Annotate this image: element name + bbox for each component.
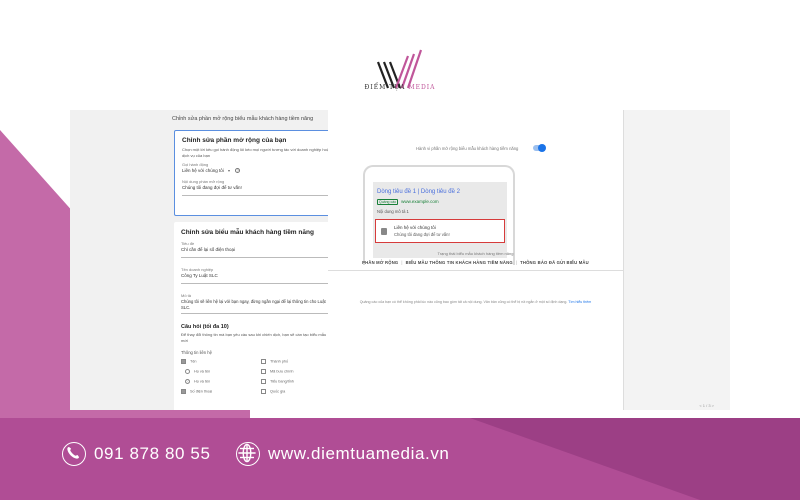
editor-heading: Chỉnh sửa phần mở rộng biểu mẫu khách hà… [172, 116, 314, 122]
ad-url: www.example.com [401, 199, 439, 204]
preview-status-label: Trạng thái biểu mẫu khách hàng tiềm năng [437, 251, 514, 256]
right-side-strip: < 1 / 3 > [623, 110, 730, 410]
checkbox-city-label: Thành phố [270, 359, 289, 364]
website-url: www.diemtuamedia.vn [268, 444, 450, 463]
cta-select-value: Liên hệ với chúng tôi [182, 168, 224, 173]
brand-name: ĐIỂM TỰA MEDIA [340, 84, 460, 91]
preview-pager[interactable]: < 1 / 3 > [699, 403, 714, 408]
tab-submission-message[interactable]: THÔNG BÁO ĐÃ GỬI BIỂU MẪU [520, 260, 589, 265]
brand-name-dark: ĐIỂM TỰA [364, 84, 406, 91]
google-ads-screenshot: Chỉnh sửa phần mở rộng biểu mẫu khách hà… [70, 110, 730, 410]
tab-lead-form[interactable]: BIỂU MẪU THÔNG TIN KHÁCH HÀNG TIỀM NĂNG [406, 260, 513, 265]
radio-full-name[interactable]: Họ và tên [185, 369, 210, 374]
radio-icon [185, 369, 190, 374]
checkbox-phone-label: Số điện thoại [190, 389, 213, 394]
tabs-divider [328, 270, 623, 271]
preview-note-text: Quảng cáo của bạn có thể không phải lúc … [359, 300, 568, 304]
tab-separator: | [401, 260, 403, 265]
lead-form-extension-preview[interactable]: Liên hệ với chúng tôi Chúng tôi đang đợi… [375, 219, 505, 243]
tab-separator: | [515, 260, 518, 265]
phone-number: 091 878 80 55 [94, 444, 211, 463]
checkbox-country-label: Quốc gia [270, 389, 286, 394]
lead-preview-title: Liên hệ với chúng tôi [394, 225, 436, 230]
questions-description: Để thay đổi thông tin mà bạn yêu cầu sau… [181, 332, 327, 343]
checkbox-state[interactable]: Tiểu bang/tỉnh [261, 379, 294, 384]
checkbox-postal[interactable]: Mã bưu chính [261, 369, 293, 374]
checkbox-name-label: Tên [190, 359, 197, 364]
lead-preview-subtitle: Chúng tôi đang đợi để tư vấn! [394, 232, 450, 237]
ad-description: Nội dung mô tả 1 [377, 209, 409, 214]
radio-first-last-label: Họ và tên [194, 379, 211, 384]
phone-contact[interactable]: 091 878 80 55 [62, 442, 211, 466]
preview-tabs: PHẦN MỞ RỘNG | BIỂU MẪU THÔNG TIN KHÁCH HÀ… [328, 260, 623, 265]
chevron-down-icon: ▾ [228, 168, 231, 173]
ad-url-row: Quảng cáo www.example.com [377, 199, 439, 205]
description-input[interactable]: Chúng tôi sẽ liên hệ lại với bạn ngay, đ… [181, 299, 331, 311]
ad-headline: Dòng tiêu đề 1 | Dòng tiêu đề 2 [377, 189, 460, 195]
brand-name-accent: MEDIA [408, 84, 436, 91]
checkbox-city[interactable]: Thành phố [261, 359, 288, 364]
checkbox-icon [261, 369, 266, 374]
website-contact[interactable]: www.diemtuamedia.vn [236, 442, 449, 466]
checkbox-state-label: Tiểu bang/tỉnh [270, 379, 294, 384]
checkbox-icon [261, 389, 266, 394]
checkbox-icon [261, 379, 266, 384]
ad-preview: Dòng tiêu đề 1 | Dòng tiêu đề 2 Quảng cá… [373, 182, 507, 258]
checkbox-postal-label: Mã bưu chính [270, 369, 294, 374]
extension-card-description: Chọn một lời kêu gọi hành động lôi kéo m… [182, 147, 332, 158]
checkbox-name[interactable]: Tên [181, 359, 197, 364]
tab-extension[interactable]: PHẦN MỞ RỘNG [362, 260, 398, 265]
globe-icon [236, 442, 260, 466]
learn-more-link[interactable]: Tìm hiểu thêm [568, 300, 591, 304]
preview-toggle-label: Hành vi phần mở rộng biểu mẫu khách hàng… [416, 146, 519, 151]
help-icon[interactable]: ? [235, 168, 241, 174]
radio-first-last[interactable]: Họ và tên [185, 379, 210, 384]
preview-toggle[interactable] [533, 144, 546, 152]
form-icon [381, 228, 387, 235]
checkbox-icon [261, 359, 266, 364]
radio-full-name-label: Họ và tên [194, 369, 211, 374]
checkbox-icon [181, 389, 186, 394]
checkbox-icon [181, 359, 186, 364]
ad-badge: Quảng cáo [377, 199, 399, 205]
phone-mockup: Dòng tiêu đề 1 | Dòng tiêu đề 2 Quảng cá… [363, 165, 515, 265]
radio-icon [185, 379, 190, 384]
ad-preview-panel: Hành vi phần mở rộng biểu mẫu khách hàng… [328, 110, 623, 410]
checkbox-phone[interactable]: Số điện thoại [181, 389, 212, 394]
preview-note: Quảng cáo của bạn có thể không phải lúc … [328, 300, 623, 304]
extension-text-value: Chúng tôi đang đợi để tư vấn! [182, 185, 242, 190]
phone-icon [62, 442, 86, 466]
checkbox-country[interactable]: Quốc gia [261, 389, 285, 394]
